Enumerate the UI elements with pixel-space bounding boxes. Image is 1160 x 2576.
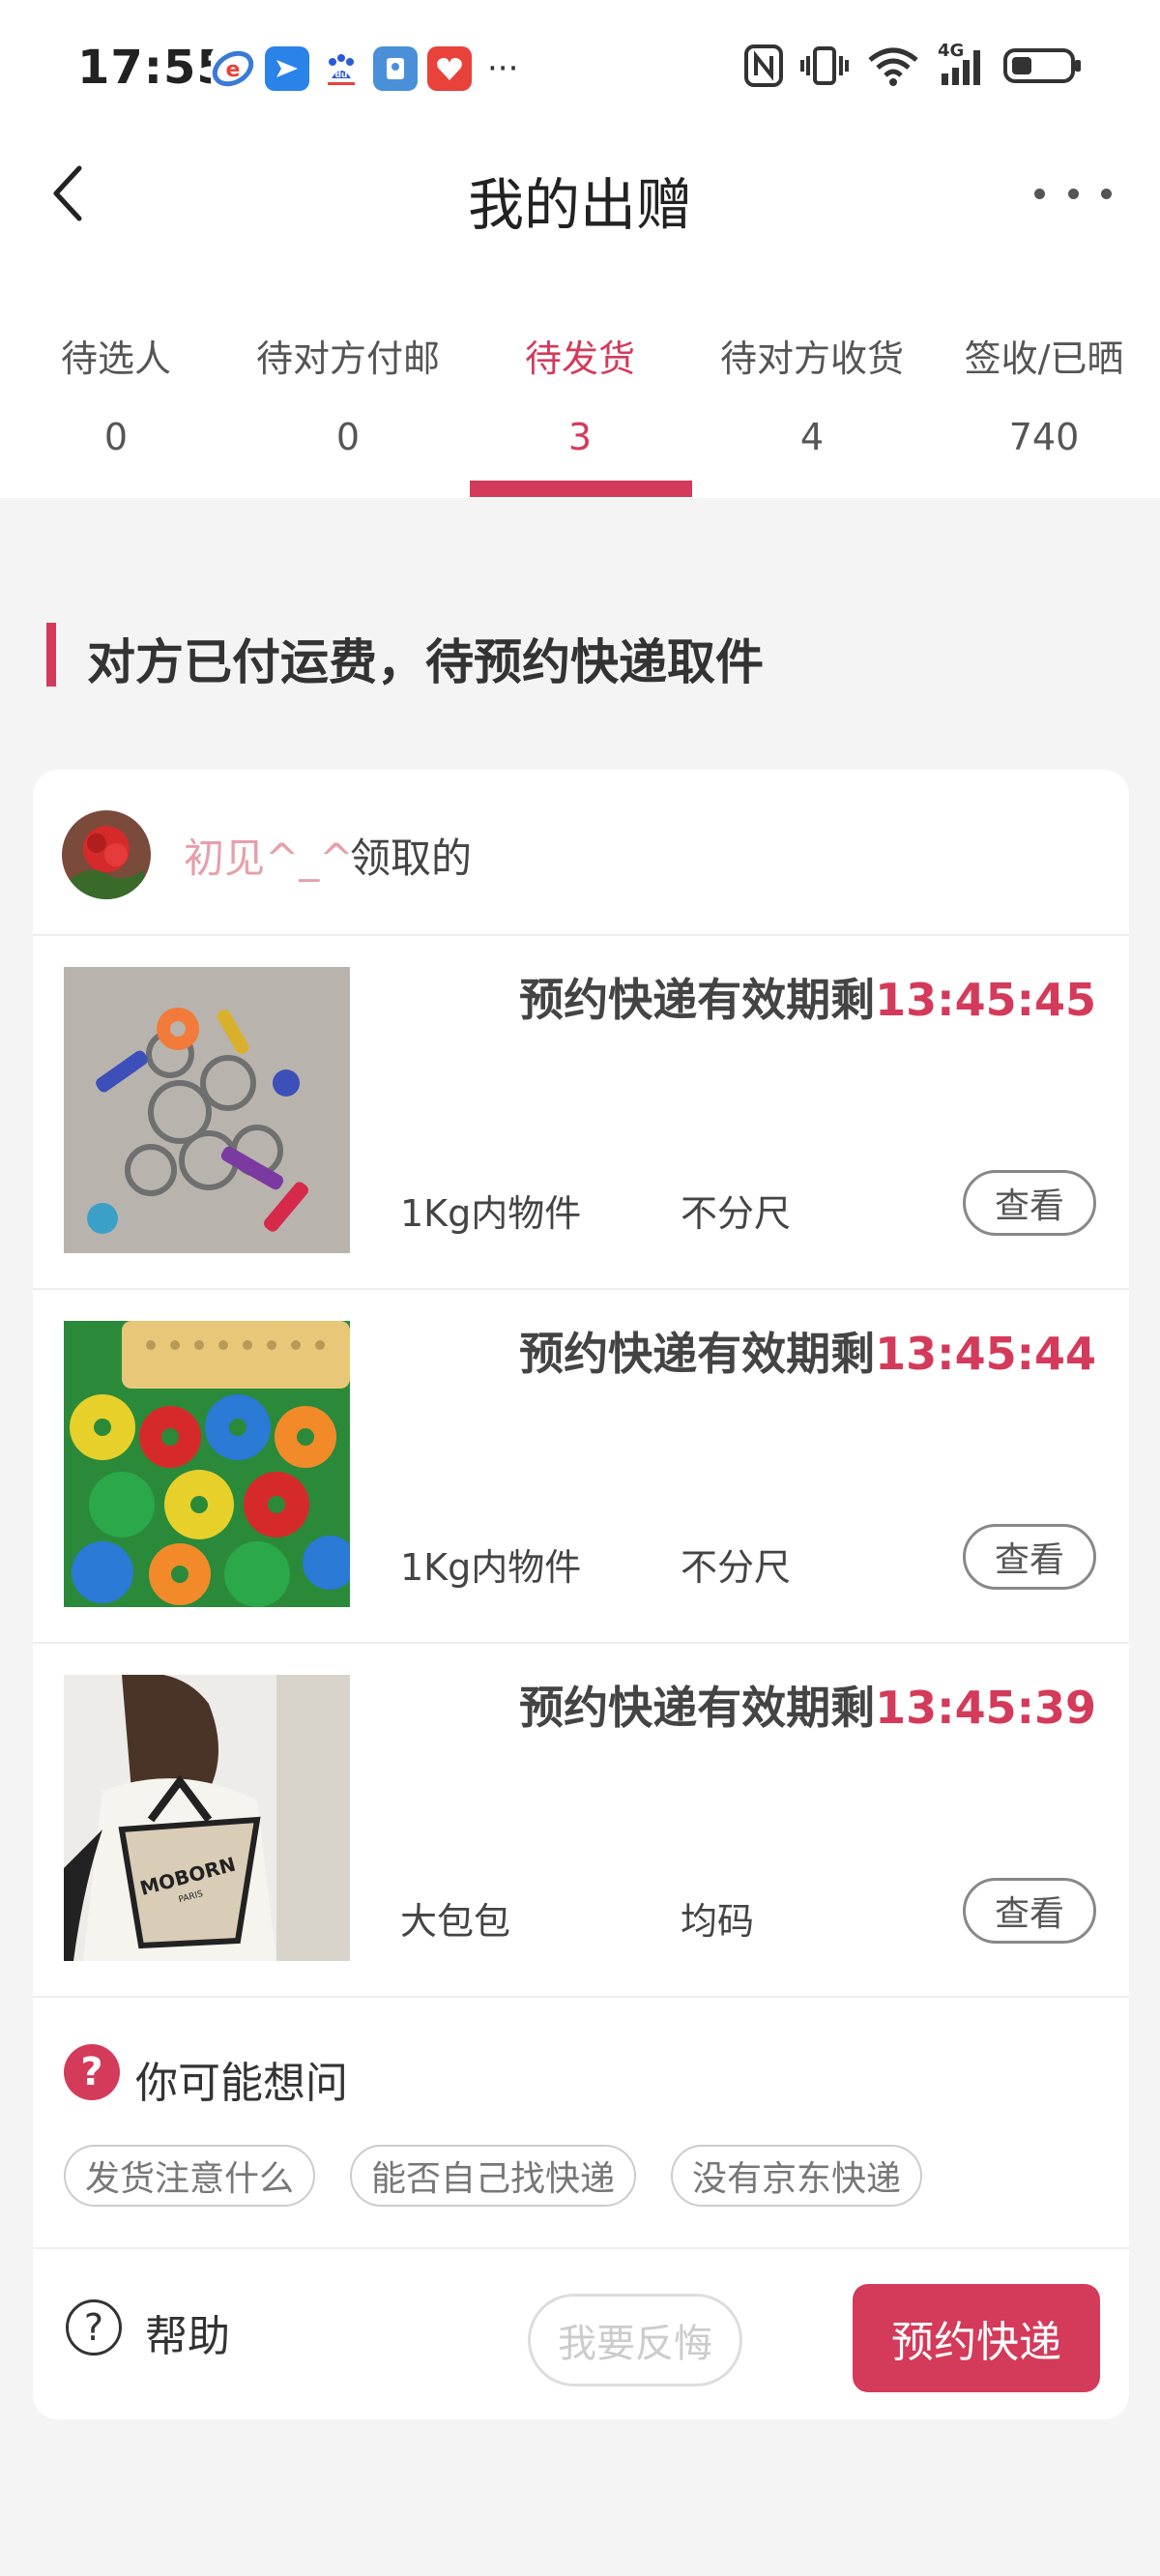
page-title: 我的出赠 (467, 172, 692, 238)
status-tabs: 待选人 0 待对方付邮 0 待发货 3 待对方收货 4 签收/已晒 740 (0, 319, 1160, 498)
item-size: 不分尺 (681, 1192, 792, 1235)
tab-count: 0 (103, 416, 129, 458)
wifi-icon (868, 47, 918, 86)
more-dot-icon (1034, 188, 1045, 199)
view-button[interactable]: 查看 (963, 1878, 1096, 1944)
avatar[interactable] (62, 810, 151, 899)
faq-chip[interactable]: 发货注意什么 (64, 2145, 316, 2207)
app-wallet-icon (373, 46, 418, 91)
status-time: 17:55 (77, 41, 230, 95)
tab-pending-shipment[interactable]: 待发货 3 (464, 319, 696, 498)
svg-text:du: du (335, 71, 348, 80)
status-bar: 17:55 e du ··· 4G (0, 0, 1160, 135)
item-thumbnail[interactable] (64, 967, 350, 1253)
deadline-label: 预约快递有效期剩 (519, 974, 876, 1026)
app-baidu-icon: du (319, 46, 363, 91)
signal-icon: 4G (938, 41, 986, 87)
deadline-label: 预约快递有效期剩 (519, 1328, 876, 1380)
help-icon[interactable]: ? (66, 2299, 122, 2356)
tab-count: 740 (1008, 416, 1080, 458)
shipping-deadline: 预约快递有效期剩13:45:44 (519, 1319, 1096, 1383)
item-name: 1Kg内物件 (400, 1192, 582, 1235)
tab-count: 3 (567, 416, 593, 458)
receiver-row: 初见^_^ 领取的 (33, 770, 1129, 936)
item-thumbnail[interactable] (64, 1321, 350, 1607)
list-item: MOBORN PARIS 预约快递有效期剩13:45:39 大包包 均码 查看 (33, 1644, 1129, 1998)
tab-label: 待对方付邮 (255, 337, 440, 380)
more-options-button[interactable] (1034, 174, 1112, 213)
status-indicators: 4G (744, 41, 1083, 87)
tab-label: 待选人 (60, 337, 171, 380)
tab-label: 待对方收货 (719, 337, 904, 380)
tab-signed-shared[interactable]: 签收/已晒 740 (928, 319, 1160, 498)
help-button[interactable]: 帮助 (145, 2301, 230, 2363)
tab-pending-receipt[interactable]: 待对方收货 4 (696, 319, 928, 498)
deadline-label: 预约快递有效期剩 (519, 1682, 876, 1734)
countdown-timer: 13:45:44 (875, 1328, 1096, 1380)
item-thumbnail[interactable]: MOBORN PARIS (64, 1675, 350, 1961)
tab-label: 签收/已晒 (964, 337, 1124, 380)
status-app-icons: e du ··· (211, 46, 518, 91)
app-red-icon (427, 46, 472, 91)
receiver-suffix: 领取的 (350, 834, 473, 882)
tab-pending-select[interactable]: 待选人 0 (0, 319, 232, 498)
item-name: 大包包 (400, 1900, 511, 1943)
battery-icon (1003, 48, 1081, 83)
shipping-deadline: 预约快递有效期剩13:45:45 (519, 965, 1096, 1029)
app-browser-icon: e (211, 46, 255, 91)
status-more-dots: ··· (487, 49, 519, 88)
list-item: 预约快递有效期剩13:45:44 1Kg内物件 不分尺 查看 (33, 1290, 1129, 1644)
active-tab-indicator (470, 481, 692, 497)
book-courier-button[interactable]: 预约快递 (853, 2284, 1100, 2392)
item-size: 不分尺 (681, 1546, 792, 1589)
regret-button[interactable]: 我要反悔 (528, 2294, 742, 2386)
faq-section: ? 你可能想问 发货注意什么 能否自己找快递 没有京东快递 (33, 2004, 1129, 2249)
tab-count: 4 (799, 416, 825, 458)
tab-count: 0 (335, 416, 361, 458)
countdown-timer: 13:45:39 (875, 1682, 1096, 1734)
tab-pending-postage[interactable]: 待对方付邮 0 (232, 319, 464, 498)
view-button[interactable]: 查看 (963, 1524, 1096, 1590)
section-accent-bar (46, 623, 56, 687)
nfc-icon (744, 44, 783, 87)
receiver-name[interactable]: 初见^_^ (184, 826, 353, 885)
list-item: 预约快递有效期剩13:45:45 1Kg内物件 不分尺 查看 (33, 936, 1129, 1290)
section-title: 对方已付运费，待预约快递取件 (87, 634, 764, 690)
tab-label: 待发货 (524, 337, 635, 380)
faq-chip[interactable]: 能否自己找快递 (350, 2145, 637, 2207)
app-feishu-icon (265, 46, 309, 91)
countdown-timer: 13:45:45 (875, 974, 1096, 1026)
item-name: 1Kg内物件 (400, 1546, 582, 1589)
view-button[interactable]: 查看 (963, 1170, 1096, 1236)
more-dot-icon (1067, 188, 1079, 199)
question-icon: ? (64, 2044, 120, 2100)
more-dot-icon (1101, 188, 1112, 199)
vibrate-icon (800, 46, 849, 85)
faq-chips: 发货注意什么 能否自己找快递 没有京东快递 (64, 2145, 923, 2207)
faq-chip[interactable]: 没有京东快递 (671, 2145, 923, 2207)
order-card: 初见^_^ 领取的 预约快递有效期剩13:45:45 1Kg内物件 不分尺 查看… (33, 770, 1129, 2419)
svg-text:e: e (226, 58, 241, 82)
shipping-deadline: 预约快递有效期剩13:45:39 (519, 1673, 1096, 1737)
item-size: 均码 (681, 1900, 755, 1943)
faq-title: 你可能想问 (135, 2059, 348, 2108)
